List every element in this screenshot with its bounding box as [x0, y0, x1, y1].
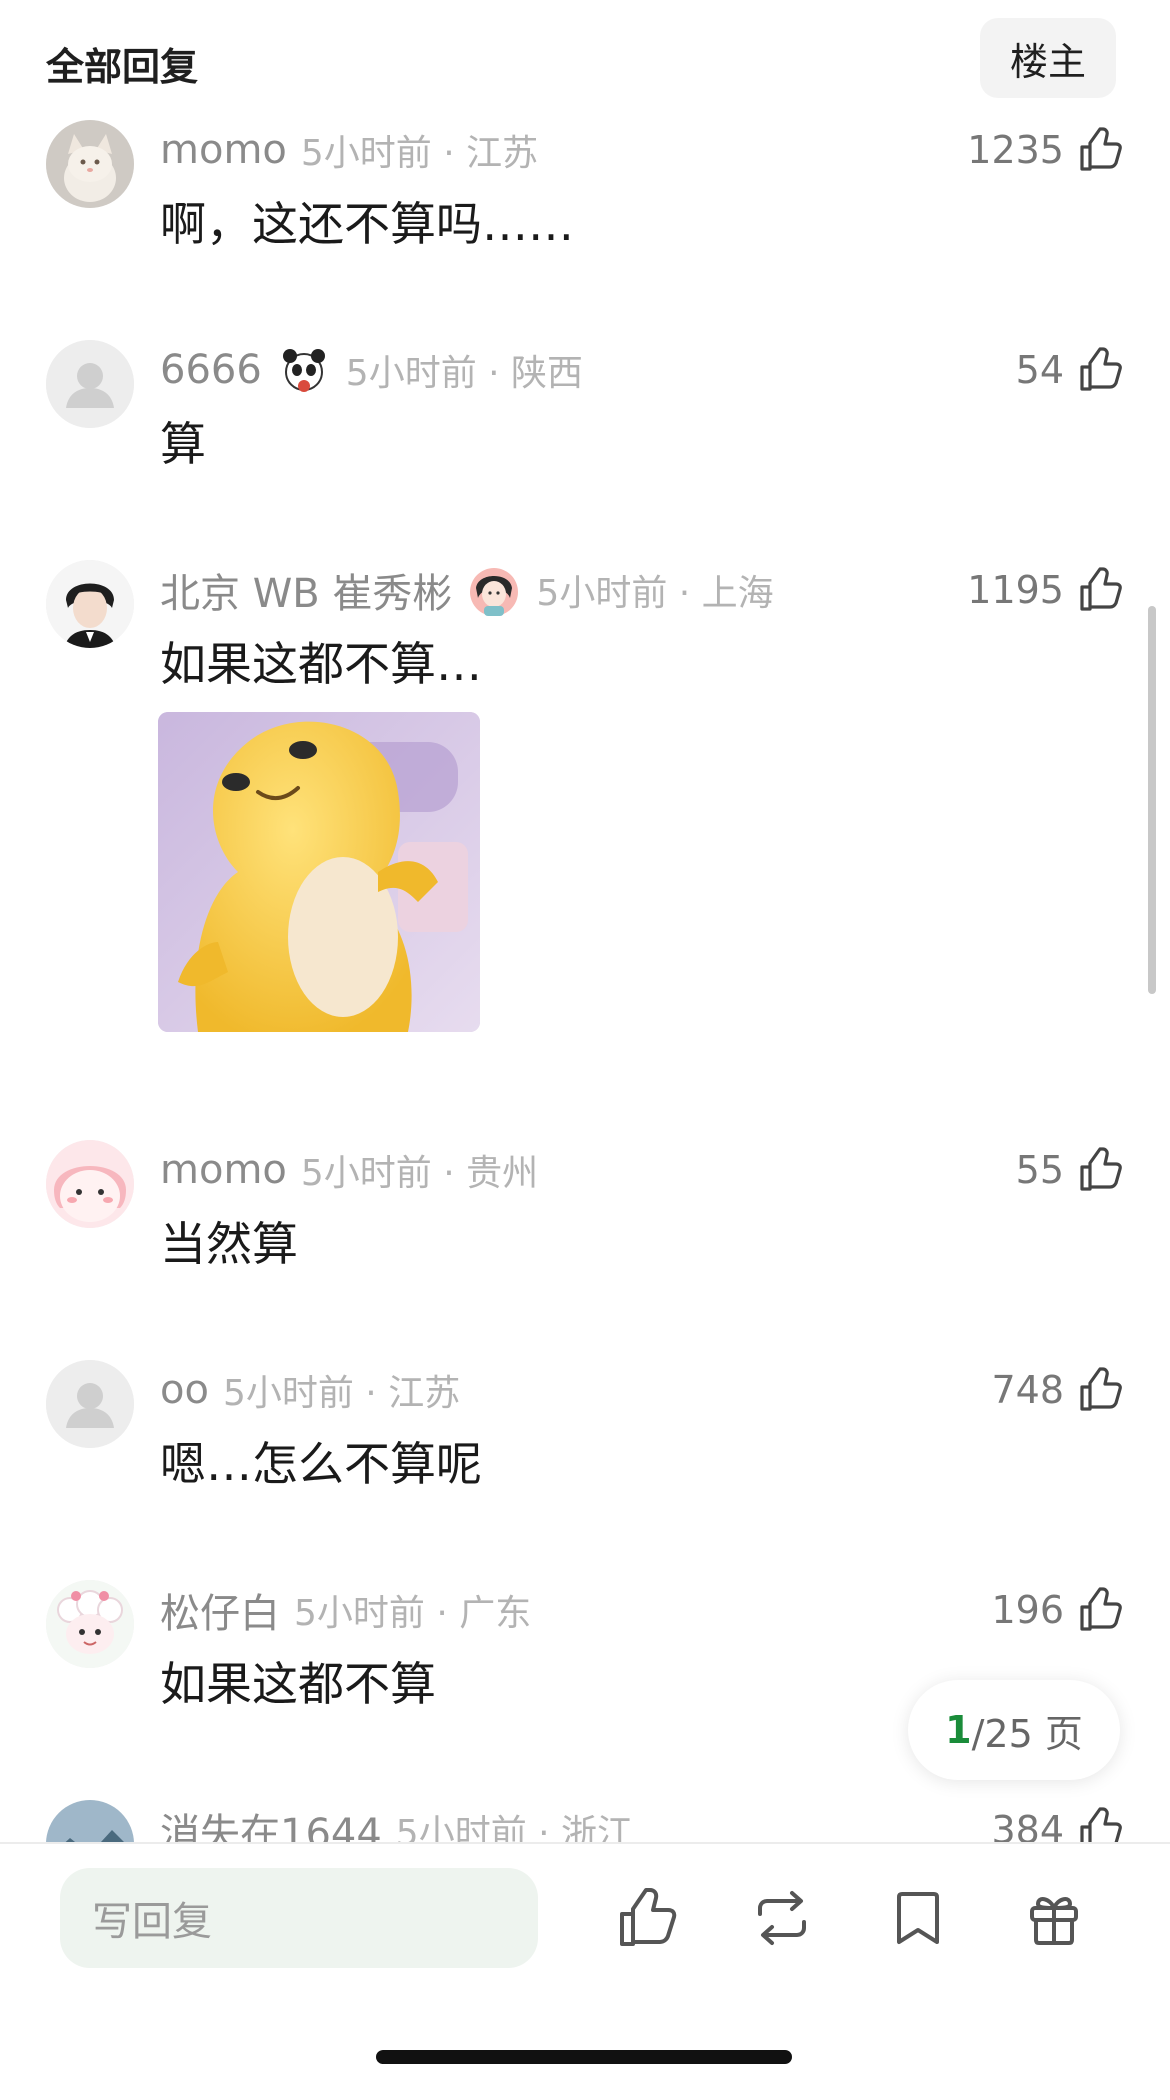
time-location: 5小时前 · 陕西	[345, 353, 584, 394]
default-user-avatar-icon[interactable]	[46, 340, 134, 428]
page-total: /25 页	[971, 1711, 1083, 1756]
like-button[interactable]: 55	[1016, 1142, 1124, 1198]
page-indicator[interactable]: 1 /25 页	[908, 1680, 1120, 1780]
thumbs-up-icon	[1080, 127, 1122, 171]
like-button[interactable]: 1235	[967, 122, 1124, 178]
portrait-avatar-icon[interactable]	[46, 560, 134, 648]
comment-text: 算	[160, 417, 206, 471]
like-icon[interactable]	[612, 1884, 680, 1952]
like-count: 196	[991, 1588, 1064, 1632]
thumbs-up-icon	[1080, 1367, 1122, 1411]
thumbs-up-icon	[1080, 347, 1122, 391]
like-button[interactable]: 1195	[967, 562, 1124, 618]
like-count: 1235	[967, 128, 1064, 172]
like-count: 1195	[967, 568, 1064, 612]
comment-text: 当然算	[160, 1217, 298, 1271]
comment-list[interactable]: momo 5小时前 · 江苏 1235 啊，这还不算吗…… 6666 5小时前 …	[0, 112, 1170, 1842]
panda-badge-icon	[276, 342, 332, 398]
comment-text: 如果这都不算	[160, 1657, 436, 1711]
like-button[interactable]: 384	[991, 1802, 1124, 1842]
landscape-avatar-icon[interactable]	[46, 1800, 134, 1842]
like-button[interactable]: 54	[1016, 342, 1124, 398]
pink-blob-avatar-icon[interactable]	[46, 1140, 134, 1228]
nickname[interactable]: oo	[160, 1367, 209, 1413]
time-location: 5小时前 · 贵州	[300, 1153, 539, 1194]
thumbs-up-icon	[1080, 567, 1122, 611]
scrollbar[interactable]	[1148, 606, 1156, 994]
like-count: 54	[1015, 348, 1064, 392]
time-location: 5小时前 · 江苏	[300, 133, 539, 174]
like-count: 748	[991, 1368, 1064, 1412]
nickname[interactable]: 松仔白	[160, 1581, 280, 1639]
like-count: 384	[991, 1808, 1064, 1842]
like-button[interactable]: 748	[991, 1362, 1124, 1418]
nickname[interactable]: momo	[160, 127, 287, 173]
bookmark-icon[interactable]	[884, 1884, 952, 1952]
reply-placeholder: 写回复	[92, 1899, 212, 1945]
thumbs-up-icon	[1080, 1807, 1122, 1842]
nickname[interactable]: 消失在1644	[160, 1801, 382, 1842]
page-title: 全部回复	[46, 45, 199, 89]
repost-icon[interactable]	[748, 1884, 816, 1952]
comment-text: 嗯…怎么不算呢	[160, 1437, 482, 1491]
time-location: 5小时前 · 江苏	[222, 1373, 461, 1414]
time-location: 5小时前 · 浙江	[395, 1813, 634, 1842]
nickname[interactable]: 6666	[160, 347, 262, 393]
time-location: 5小时前 · 广东	[294, 1593, 532, 1634]
default-user-avatar-icon[interactable]	[46, 1360, 134, 1448]
home-indicator	[376, 2050, 792, 2064]
thumbs-up-icon	[1080, 1147, 1122, 1191]
thumbs-up-icon	[1080, 1587, 1122, 1631]
nickname[interactable]: 北京 WB 崔秀彬	[160, 561, 452, 619]
yellow-creature-image[interactable]	[158, 712, 480, 1032]
bottom-action-bar: 写回复	[0, 1842, 1170, 2100]
cat-avatar-icon[interactable]	[46, 120, 134, 208]
reply-input[interactable]: 写回复	[60, 1868, 538, 1968]
gift-icon[interactable]	[1020, 1884, 1088, 1952]
current-page: 1	[945, 1708, 972, 1752]
comment-text: 啊，这还不算吗……	[160, 197, 574, 251]
sheep-avatar-icon[interactable]	[46, 1580, 134, 1668]
like-button[interactable]: 196	[991, 1582, 1124, 1638]
header: 全部回复 楼主	[0, 0, 1170, 120]
comment-text: 如果这都不算…	[160, 637, 482, 691]
time-location: 5小时前 · 上海	[536, 573, 774, 614]
op-only-button[interactable]: 楼主	[980, 18, 1116, 98]
girl-badge-icon	[466, 562, 522, 618]
nickname[interactable]: momo	[160, 1147, 287, 1193]
like-count: 55	[1015, 1148, 1064, 1192]
